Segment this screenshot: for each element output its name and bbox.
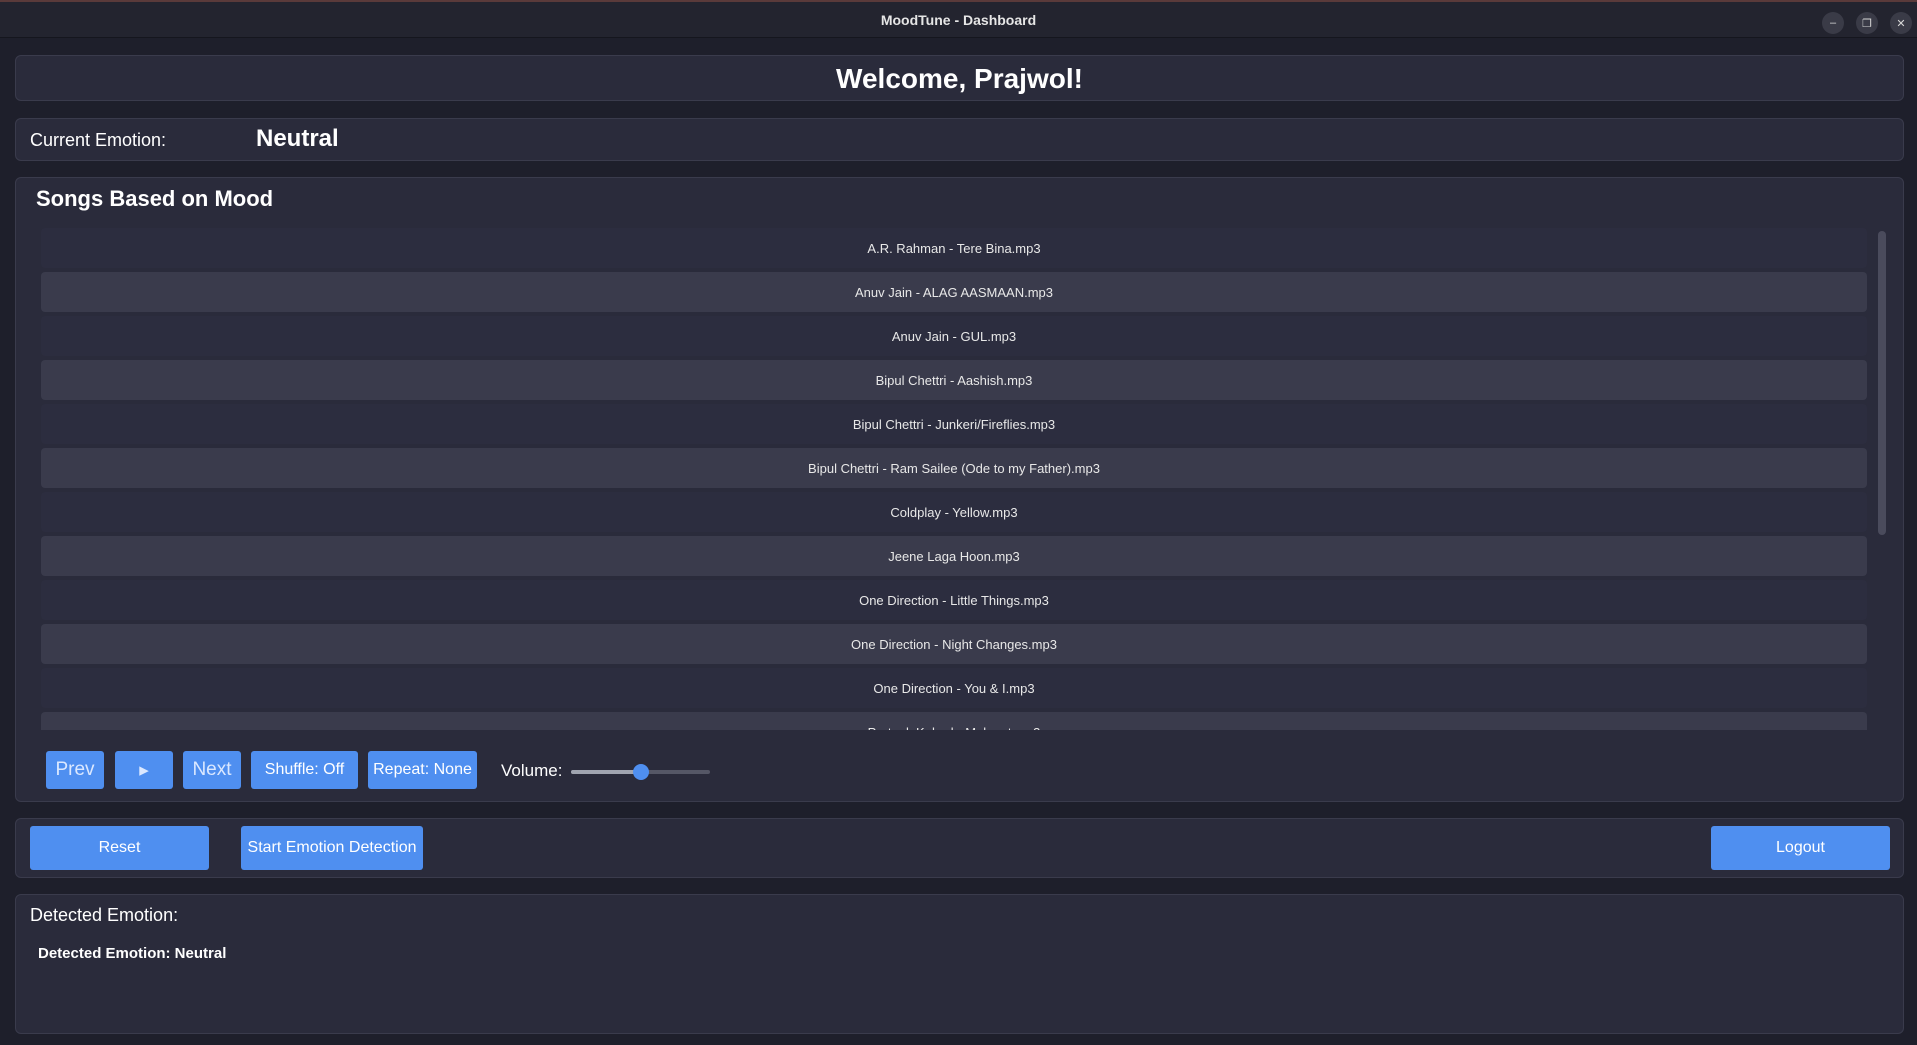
song-list-scrollbar[interactable] [1878, 231, 1886, 535]
logout-button[interactable]: Logout [1711, 826, 1890, 870]
welcome-heading: Welcome, Prajwol! [836, 63, 1083, 94]
volume-slider[interactable] [571, 764, 710, 780]
close-icon: ✕ [1896, 17, 1906, 30]
restore-icon: ❐ [1862, 17, 1872, 30]
window-title: MoodTune - Dashboard [880, 12, 1037, 28]
song-item[interactable]: Bipul Chettri - Aashish.mp3 [41, 360, 1867, 400]
song-item[interactable]: Anuv Jain - ALAG AASMAAN.mp3 [41, 272, 1867, 312]
current-emotion-panel: Current Emotion: Neutral [15, 118, 1904, 161]
current-emotion-label: Current Emotion: [30, 130, 167, 150]
song-item[interactable]: One Direction - Little Things.mp3 [41, 580, 1867, 620]
volume-slider-handle[interactable] [632, 764, 649, 780]
close-button[interactable]: ✕ [1890, 12, 1912, 34]
restore-button[interactable]: ❐ [1856, 12, 1878, 34]
repeat-button[interactable]: Repeat: None [368, 751, 477, 789]
song-item[interactable]: Bipul Chettri - Junkeri/Fireflies.mp3 [41, 404, 1867, 444]
song-item[interactable]: One Direction - You & I.mp3 [41, 668, 1867, 708]
shuffle-button[interactable]: Shuffle: Off [251, 751, 358, 789]
songs-panel: Songs Based on Mood A.R. Rahman - Tere B… [15, 177, 1904, 802]
song-item[interactable]: Bipul Chettri - Ram Sailee (Ode to my Fa… [41, 448, 1867, 488]
prev-button[interactable]: Prev [46, 751, 104, 789]
song-list[interactable]: A.R. Rahman - Tere Bina.mp3 Anuv Jain - … [41, 228, 1867, 730]
song-item[interactable]: Jeene Laga Hoon.mp3 [41, 536, 1867, 576]
welcome-panel: Welcome, Prajwol! [15, 55, 1904, 101]
detected-emotion-label: Detected Emotion: [30, 905, 179, 925]
play-icon: ▸ [139, 759, 149, 781]
current-emotion-value: Neutral [256, 125, 339, 152]
next-button[interactable]: Next [183, 751, 241, 789]
song-item[interactable]: Coldplay - Yellow.mp3 [41, 492, 1867, 532]
song-item[interactable]: Prateek Kuhad - Mulaqat.mp3 [41, 712, 1867, 730]
song-item[interactable]: One Direction - Night Changes.mp3 [41, 624, 1867, 664]
volume-slider-fill [571, 770, 641, 774]
songs-heading: Songs Based on Mood [36, 186, 274, 211]
detected-emotion-panel: Detected Emotion: Detected Emotion: Neut… [15, 894, 1904, 1034]
play-button[interactable]: ▸ [115, 751, 173, 789]
title-bar: MoodTune - Dashboard – ❐ ✕ [0, 0, 1917, 38]
volume-label: Volume: [501, 761, 563, 780]
detected-emotion-text: Detected Emotion: Neutral [38, 945, 227, 962]
minimize-button[interactable]: – [1822, 12, 1844, 34]
reset-button[interactable]: Reset [30, 826, 209, 870]
actions-panel: Reset Start Emotion Detection Logout [15, 818, 1904, 878]
song-item[interactable]: Anuv Jain - GUL.mp3 [41, 316, 1867, 356]
start-emotion-detection-button[interactable]: Start Emotion Detection [241, 826, 423, 870]
minimize-icon: – [1829, 17, 1837, 29]
song-item[interactable]: A.R. Rahman - Tere Bina.mp3 [41, 228, 1867, 268]
